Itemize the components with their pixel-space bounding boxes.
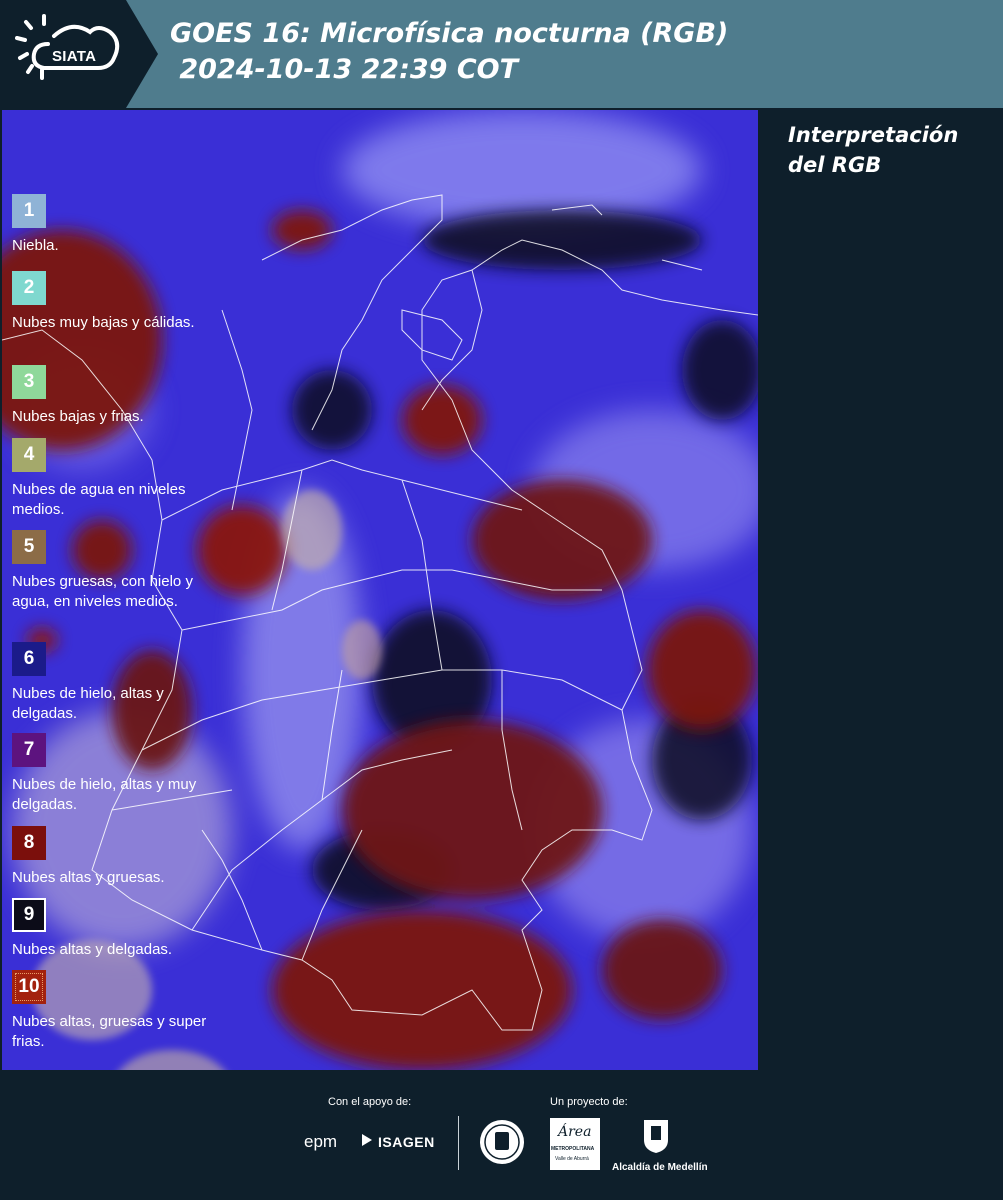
legend-label-7: Nubes de hielo, altas y muy delgadas. bbox=[12, 776, 197, 813]
support-label: Con el apoyo de: bbox=[328, 1096, 412, 1108]
title-line-2: 2024-10-13 22:39 COT bbox=[170, 54, 519, 85]
legend-label-8: Nubes altas y gruesas. bbox=[12, 869, 165, 886]
legend-swatch-6: 6 bbox=[12, 642, 46, 676]
legend-title: Interpretación del RGB bbox=[788, 123, 959, 177]
epm-logo: epm bbox=[304, 1132, 338, 1151]
legend-label-4: Nubes de agua en niveles medios. bbox=[12, 481, 186, 518]
legend-label-9: Nubes altas y delgadas. bbox=[12, 941, 173, 958]
legend-label-5: Nubes gruesas, con hielo y agua, en nive… bbox=[12, 573, 193, 610]
footer: Con el apoyo de: Un proyecto de: epm ISA… bbox=[0, 1070, 1003, 1200]
legend-swatch-8: 8 bbox=[12, 826, 46, 860]
legend-item-1: 1 Niebla. bbox=[12, 194, 212, 256]
legend-item-6: 6 Nubes de hielo, altas y delgadas. bbox=[12, 642, 212, 724]
legend-label-6: Nubes de hielo, altas y delgadas. bbox=[12, 685, 164, 722]
legend-swatch-5: 5 bbox=[12, 530, 46, 564]
legend-swatch-1: 1 bbox=[12, 194, 46, 228]
medellin-crest-icon bbox=[642, 1118, 670, 1159]
legend-swatch-4: 4 bbox=[12, 438, 46, 472]
isagen-logo: ISAGEN bbox=[378, 1134, 435, 1150]
legend-swatch-9: 9 bbox=[12, 898, 46, 932]
logo-text: SIATA bbox=[52, 48, 97, 65]
medellin-seal-icon bbox=[478, 1118, 526, 1171]
medellin-logo: Alcaldía de Medellín bbox=[612, 1162, 708, 1173]
isagen-icon bbox=[360, 1132, 372, 1146]
legend-item-9: 9 Nubes altas y delgadas. bbox=[12, 898, 212, 960]
legend-item-5: 5 Nubes gruesas, con hielo y agua, en ni… bbox=[12, 530, 212, 612]
page-title: GOES 16: Microfísica nocturna (RGB) 2024… bbox=[170, 16, 728, 88]
legend-item-8: 8 Nubes altas y gruesas. bbox=[12, 826, 212, 888]
legend-item-7: 7 Nubes de hielo, altas y muy delgadas. bbox=[12, 733, 212, 815]
area-logo-text: Área bbox=[558, 1124, 592, 1140]
area-logo-sub2: Valle de Aburrá bbox=[555, 1156, 589, 1162]
siata-logo: SIATA bbox=[0, 0, 158, 108]
legend-swatch-3: 3 bbox=[12, 365, 46, 399]
legend-label-10: Nubes altas, gruesas y super frias. bbox=[12, 1013, 207, 1050]
legend-item-4: 4 Nubes de agua en niveles medios. bbox=[12, 438, 212, 520]
area-metropolitana-logo: Área METROPOLITANA Valle de Aburrá bbox=[550, 1118, 600, 1170]
legend-item-3: 3 Nubes bajas y frias. bbox=[12, 365, 212, 427]
legend-label-2: Nubes muy bajas y cálidas. bbox=[12, 314, 195, 331]
legend-label-3: Nubes bajas y frias. bbox=[12, 408, 144, 425]
legend: Interpretación del RGB bbox=[776, 112, 996, 180]
title-line-1: GOES 16: Microfísica nocturna (RGB) bbox=[170, 18, 729, 49]
legend-item-10: 10 Nubes altas, gruesas y super frias. bbox=[12, 970, 212, 1052]
legend-swatch-7: 7 bbox=[12, 733, 46, 767]
legend-item-2: 2 Nubes muy bajas y cálidas. bbox=[12, 271, 212, 333]
project-label: Un proyecto de: bbox=[550, 1096, 628, 1108]
legend-swatch-10: 10 bbox=[12, 970, 46, 1004]
header-bar: SIATA GOES 16: Microfísica nocturna (RGB… bbox=[0, 0, 1003, 108]
legend-swatch-2: 2 bbox=[12, 271, 46, 305]
area-logo-sub: METROPOLITANA bbox=[551, 1146, 595, 1152]
legend-label-1: Niebla. bbox=[12, 237, 59, 254]
footer-divider bbox=[458, 1116, 459, 1170]
